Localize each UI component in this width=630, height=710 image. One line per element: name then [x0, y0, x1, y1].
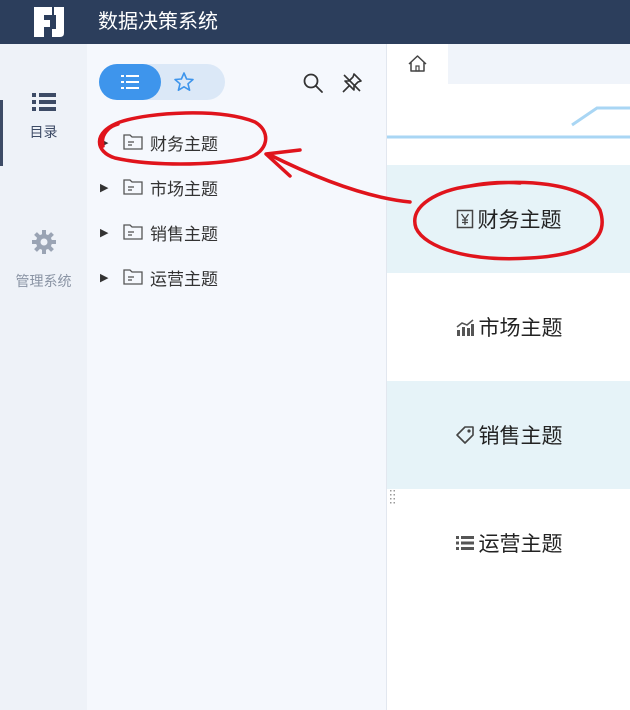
search-icon — [303, 73, 323, 93]
tree-item-sales[interactable]: ▶ 销售主题 — [100, 218, 218, 246]
tab-home[interactable] — [387, 44, 448, 84]
resize-handle[interactable] — [389, 489, 397, 505]
unpin-button[interactable] — [340, 71, 364, 99]
folder-icon — [123, 134, 143, 150]
app-logo-icon[interactable] — [30, 5, 66, 39]
tree-item-label: 财务主题 — [150, 134, 218, 155]
top-bar — [0, 0, 630, 44]
card-finance[interactable]: 财务主题 — [387, 165, 630, 273]
card-operations[interactable]: 运营主题 — [387, 489, 630, 597]
caret-right-icon[interactable]: ▶ — [100, 181, 120, 194]
folder-icon — [123, 179, 143, 195]
bar-chart-icon — [456, 319, 474, 336]
nav-item-admin[interactable]: 管理系统 — [0, 229, 87, 291]
tree-item-label: 销售主题 — [150, 224, 218, 245]
tree-item-operations[interactable]: ▶ 运营主题 — [100, 263, 218, 291]
nav-item-label: 管理系统 — [15, 274, 72, 290]
nav-item-catalog[interactable]: 目录 — [0, 92, 87, 142]
left-nav — [0, 44, 87, 710]
star-icon — [174, 72, 194, 91]
tree-item-label: 运营主题 — [150, 269, 218, 290]
gear-icon — [31, 230, 56, 254]
tree-item-finance[interactable]: ▶ 财务主题 — [100, 128, 218, 156]
tree-item-label: 市场主题 — [150, 179, 218, 200]
nav-item-label: 目录 — [29, 125, 58, 141]
header-decoration-line — [387, 106, 630, 139]
app-title: 数据决策系统 — [98, 9, 218, 33]
unpin-icon — [342, 73, 362, 93]
list-icon — [121, 75, 139, 89]
card-label: 财务主题 — [477, 208, 562, 232]
card-label: 市场主题 — [478, 316, 563, 340]
home-icon — [408, 55, 427, 72]
list-view-button[interactable] — [99, 64, 161, 100]
tree-item-market[interactable]: ▶ 市场主题 — [100, 173, 218, 201]
folder-icon — [123, 269, 143, 285]
list-icon — [31, 93, 56, 111]
card-label: 运营主题 — [478, 532, 563, 556]
caret-right-icon[interactable]: ▶ — [100, 271, 120, 284]
yen-icon — [456, 209, 473, 229]
caret-right-icon[interactable]: ▶ — [100, 226, 120, 239]
tag-icon — [455, 426, 474, 444]
card-label: 销售主题 — [478, 424, 563, 448]
stack-list-icon — [455, 536, 474, 550]
favorites-view-button[interactable] — [172, 70, 196, 98]
card-market[interactable]: 市场主题 — [387, 273, 630, 381]
folder-icon — [123, 224, 143, 240]
caret-right-icon[interactable]: ▶ — [100, 136, 120, 149]
card-sales[interactable]: 销售主题 — [387, 381, 630, 489]
search-button[interactable] — [302, 72, 324, 98]
